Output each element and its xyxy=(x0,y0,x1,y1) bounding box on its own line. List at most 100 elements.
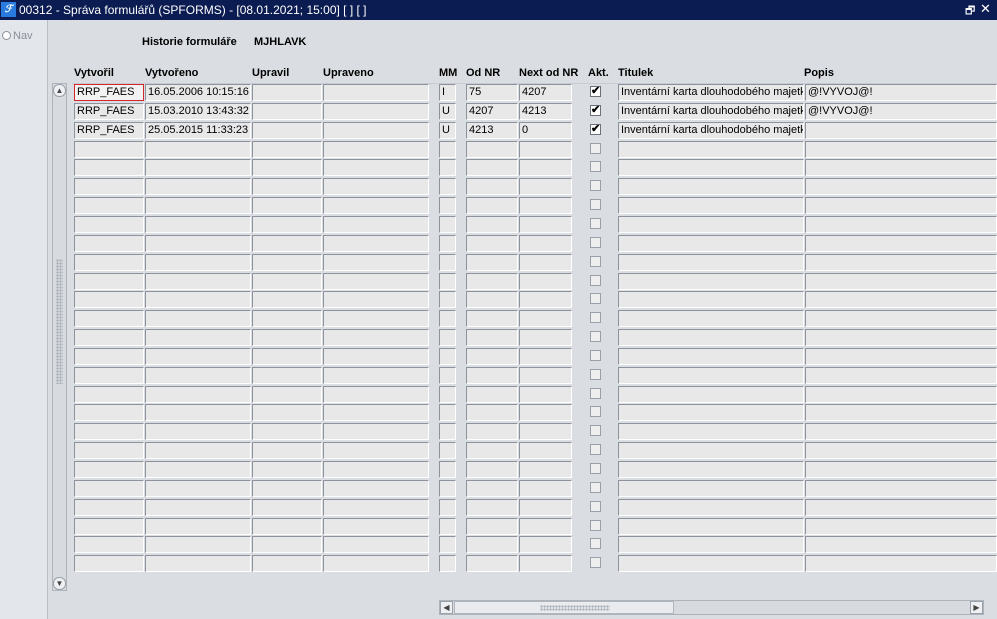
cell-titulek[interactable] xyxy=(618,442,804,459)
cell-next-od-nr[interactable] xyxy=(519,159,572,176)
cell-popis[interactable] xyxy=(805,273,997,290)
cell-vytvoril[interactable] xyxy=(74,555,144,572)
cell-popis[interactable] xyxy=(805,329,997,346)
cell-next-od-nr[interactable] xyxy=(519,235,572,252)
cell-titulek[interactable] xyxy=(618,348,804,365)
cell-popis[interactable] xyxy=(805,348,997,365)
cell-mm[interactable] xyxy=(439,442,456,459)
cell-mm[interactable] xyxy=(439,273,456,290)
cell-mm[interactable] xyxy=(439,480,456,497)
akt-checkbox[interactable] xyxy=(590,180,601,191)
cell-mm[interactable] xyxy=(439,178,456,195)
cell-titulek[interactable] xyxy=(618,423,804,440)
cell-vytvoreno[interactable] xyxy=(145,310,251,327)
cell-vytvoril[interactable] xyxy=(74,404,144,421)
cell-upravil[interactable] xyxy=(252,536,322,553)
cell-upravil[interactable] xyxy=(252,273,322,290)
cell-next-od-nr[interactable] xyxy=(519,423,572,440)
cell-upraveno[interactable] xyxy=(323,159,429,176)
akt-checkbox[interactable] xyxy=(590,520,601,531)
cell-popis[interactable] xyxy=(805,536,997,553)
cell-upraveno[interactable] xyxy=(323,103,429,120)
cell-vytvoril[interactable] xyxy=(74,367,144,384)
cell-vytvoreno[interactable] xyxy=(145,386,251,403)
cell-vytvoril[interactable] xyxy=(74,235,144,252)
akt-checkbox[interactable] xyxy=(590,444,601,455)
cell-upravil[interactable] xyxy=(252,386,322,403)
cell-upraveno[interactable] xyxy=(323,178,429,195)
cell-titulek[interactable] xyxy=(618,499,804,516)
cell-upravil[interactable] xyxy=(252,159,322,176)
cell-upraveno[interactable] xyxy=(323,386,429,403)
cell-upraveno[interactable] xyxy=(323,197,429,214)
cell-vytvoril[interactable]: RRP_FAES xyxy=(74,122,144,139)
cell-od-nr[interactable] xyxy=(466,461,518,478)
cell-titulek[interactable] xyxy=(618,178,804,195)
cell-upravil[interactable] xyxy=(252,461,322,478)
cell-mm[interactable] xyxy=(439,499,456,516)
akt-checkbox[interactable] xyxy=(590,369,601,380)
cell-upravil[interactable] xyxy=(252,480,322,497)
scroll-right-icon[interactable]: ▶ xyxy=(970,601,983,614)
cell-vytvoreno[interactable] xyxy=(145,423,251,440)
akt-checkbox[interactable] xyxy=(590,463,601,474)
cell-next-od-nr[interactable]: 4207 xyxy=(519,84,572,101)
cell-vytvoreno[interactable] xyxy=(145,178,251,195)
cell-od-nr[interactable] xyxy=(466,178,518,195)
cell-upravil[interactable] xyxy=(252,141,322,158)
cell-upraveno[interactable] xyxy=(323,442,429,459)
cell-next-od-nr[interactable] xyxy=(519,254,572,271)
cell-upravil[interactable] xyxy=(252,518,322,535)
cell-od-nr[interactable] xyxy=(466,197,518,214)
cell-upraveno[interactable] xyxy=(323,367,429,384)
cell-titulek[interactable] xyxy=(618,367,804,384)
cell-vytvoril[interactable] xyxy=(74,480,144,497)
cell-mm[interactable] xyxy=(439,386,456,403)
cell-od-nr[interactable] xyxy=(466,159,518,176)
cell-vytvoreno[interactable] xyxy=(145,480,251,497)
cell-next-od-nr[interactable]: 0 xyxy=(519,122,572,139)
cell-next-od-nr[interactable] xyxy=(519,141,572,158)
cell-titulek[interactable] xyxy=(618,536,804,553)
cell-vytvoreno[interactable] xyxy=(145,273,251,290)
akt-checkbox[interactable] xyxy=(590,406,601,417)
restore-window-icon[interactable]: 🗗 xyxy=(965,2,975,21)
cell-vytvoril[interactable] xyxy=(74,329,144,346)
cell-upravil[interactable] xyxy=(252,310,322,327)
cell-od-nr[interactable] xyxy=(466,291,518,308)
cell-upravil[interactable] xyxy=(252,235,322,252)
cell-od-nr[interactable] xyxy=(466,273,518,290)
cell-vytvoril[interactable] xyxy=(74,273,144,290)
cell-next-od-nr[interactable] xyxy=(519,197,572,214)
cell-upravil[interactable] xyxy=(252,216,322,233)
cell-upravil[interactable] xyxy=(252,442,322,459)
cell-vytvoril[interactable] xyxy=(74,461,144,478)
nav-toggle[interactable]: Nav xyxy=(2,30,33,42)
cell-vytvoril[interactable] xyxy=(74,442,144,459)
cell-popis[interactable] xyxy=(805,122,997,139)
akt-checkbox[interactable] xyxy=(590,237,601,248)
cell-mm[interactable]: U xyxy=(439,103,456,120)
cell-upraveno[interactable] xyxy=(323,216,429,233)
cell-od-nr[interactable] xyxy=(466,386,518,403)
cell-titulek[interactable] xyxy=(618,386,804,403)
cell-vytvoreno[interactable] xyxy=(145,367,251,384)
cell-vytvoril[interactable]: RRP_FAES xyxy=(74,103,144,120)
cell-titulek[interactable] xyxy=(618,518,804,535)
cell-od-nr[interactable] xyxy=(466,518,518,535)
akt-checkbox[interactable] xyxy=(590,388,601,399)
cell-vytvoreno[interactable] xyxy=(145,499,251,516)
cell-popis[interactable] xyxy=(805,423,997,440)
cell-od-nr[interactable] xyxy=(466,329,518,346)
cell-od-nr[interactable] xyxy=(466,442,518,459)
cell-upravil[interactable] xyxy=(252,103,322,120)
akt-checkbox[interactable]: ✔ xyxy=(590,105,601,116)
cell-upravil[interactable] xyxy=(252,84,322,101)
cell-popis[interactable] xyxy=(805,367,997,384)
cell-vytvoril[interactable] xyxy=(74,291,144,308)
cell-mm[interactable] xyxy=(439,216,456,233)
cell-od-nr[interactable] xyxy=(466,536,518,553)
cell-vytvoril[interactable] xyxy=(74,518,144,535)
cell-upravil[interactable] xyxy=(252,348,322,365)
cell-mm[interactable] xyxy=(439,159,456,176)
